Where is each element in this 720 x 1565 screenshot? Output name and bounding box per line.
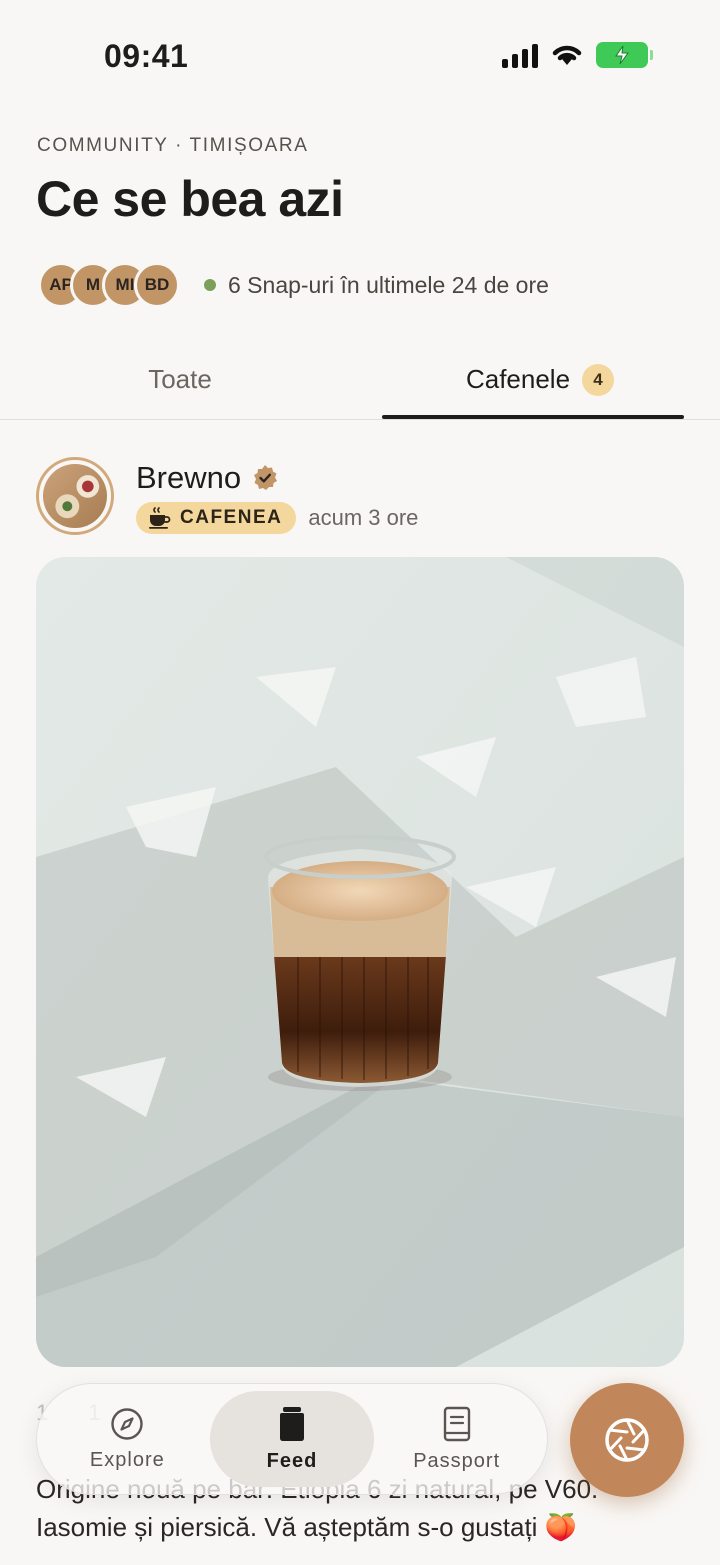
- nav-label: Explore: [89, 1448, 165, 1471]
- bottom-nav: Explore Feed Passport: [36, 1383, 548, 1495]
- tab-count-badge: 4: [582, 363, 615, 396]
- nav-label: Feed: [266, 1449, 318, 1472]
- post-photo[interactable]: [36, 557, 684, 1367]
- activity-summary: 6 Snap-uri în ultimele 24 de ore: [228, 271, 549, 298]
- category-badge[interactable]: CAFENEA: [136, 502, 297, 534]
- tab-label: Toate: [148, 364, 212, 394]
- coffee-glass-photo: [36, 557, 684, 1367]
- member-avatar[interactable]: BD: [134, 262, 180, 308]
- cup-icon: [280, 1406, 304, 1441]
- snap-camera-button[interactable]: [570, 1383, 684, 1497]
- coffee-cup-icon: [149, 507, 171, 529]
- tab-cafenele[interactable]: Cafenele 4: [360, 340, 720, 419]
- post-author[interactable]: Brewno: [136, 460, 279, 496]
- page-title: Ce se bea azi: [36, 171, 344, 227]
- status-icons: [502, 42, 653, 68]
- cellular-signal-icon: [502, 42, 538, 68]
- author-avatar[interactable]: [36, 457, 114, 535]
- status-time: 09:41: [104, 38, 189, 74]
- nav-feed[interactable]: Feed: [209, 1391, 375, 1487]
- nav-passport[interactable]: Passport: [374, 1391, 539, 1487]
- live-status-dot: [204, 279, 216, 291]
- author-name[interactable]: Brewno: [136, 460, 241, 496]
- status-bar: 09:41: [0, 0, 720, 110]
- feed-tabs: Toate Cafenele 4: [0, 340, 720, 420]
- post-timestamp: acum 3 ore: [308, 505, 419, 530]
- camera-shutter-icon: [605, 1418, 649, 1462]
- tab-label: Cafenele: [465, 364, 571, 394]
- active-members[interactable]: AP M MI BD 6 Snap-uri în ultimele 24 de …: [38, 262, 549, 308]
- book-icon: [443, 1406, 470, 1441]
- nav-explore[interactable]: Explore: [45, 1391, 210, 1487]
- post-meta: CAFENEA acum 3 ore: [136, 502, 418, 534]
- nav-label: Passport: [413, 1449, 501, 1472]
- compass-icon: [111, 1407, 144, 1440]
- wifi-icon: [552, 45, 582, 65]
- tab-toate[interactable]: Toate: [0, 340, 360, 419]
- category-label: CAFENEA: [180, 507, 283, 528]
- author-avatar-image: [43, 464, 107, 528]
- community-location: COMMUNITY · TIMIȘOARA: [37, 135, 309, 156]
- battery-icon: [596, 42, 653, 68]
- verified-badge-icon: [254, 465, 278, 490]
